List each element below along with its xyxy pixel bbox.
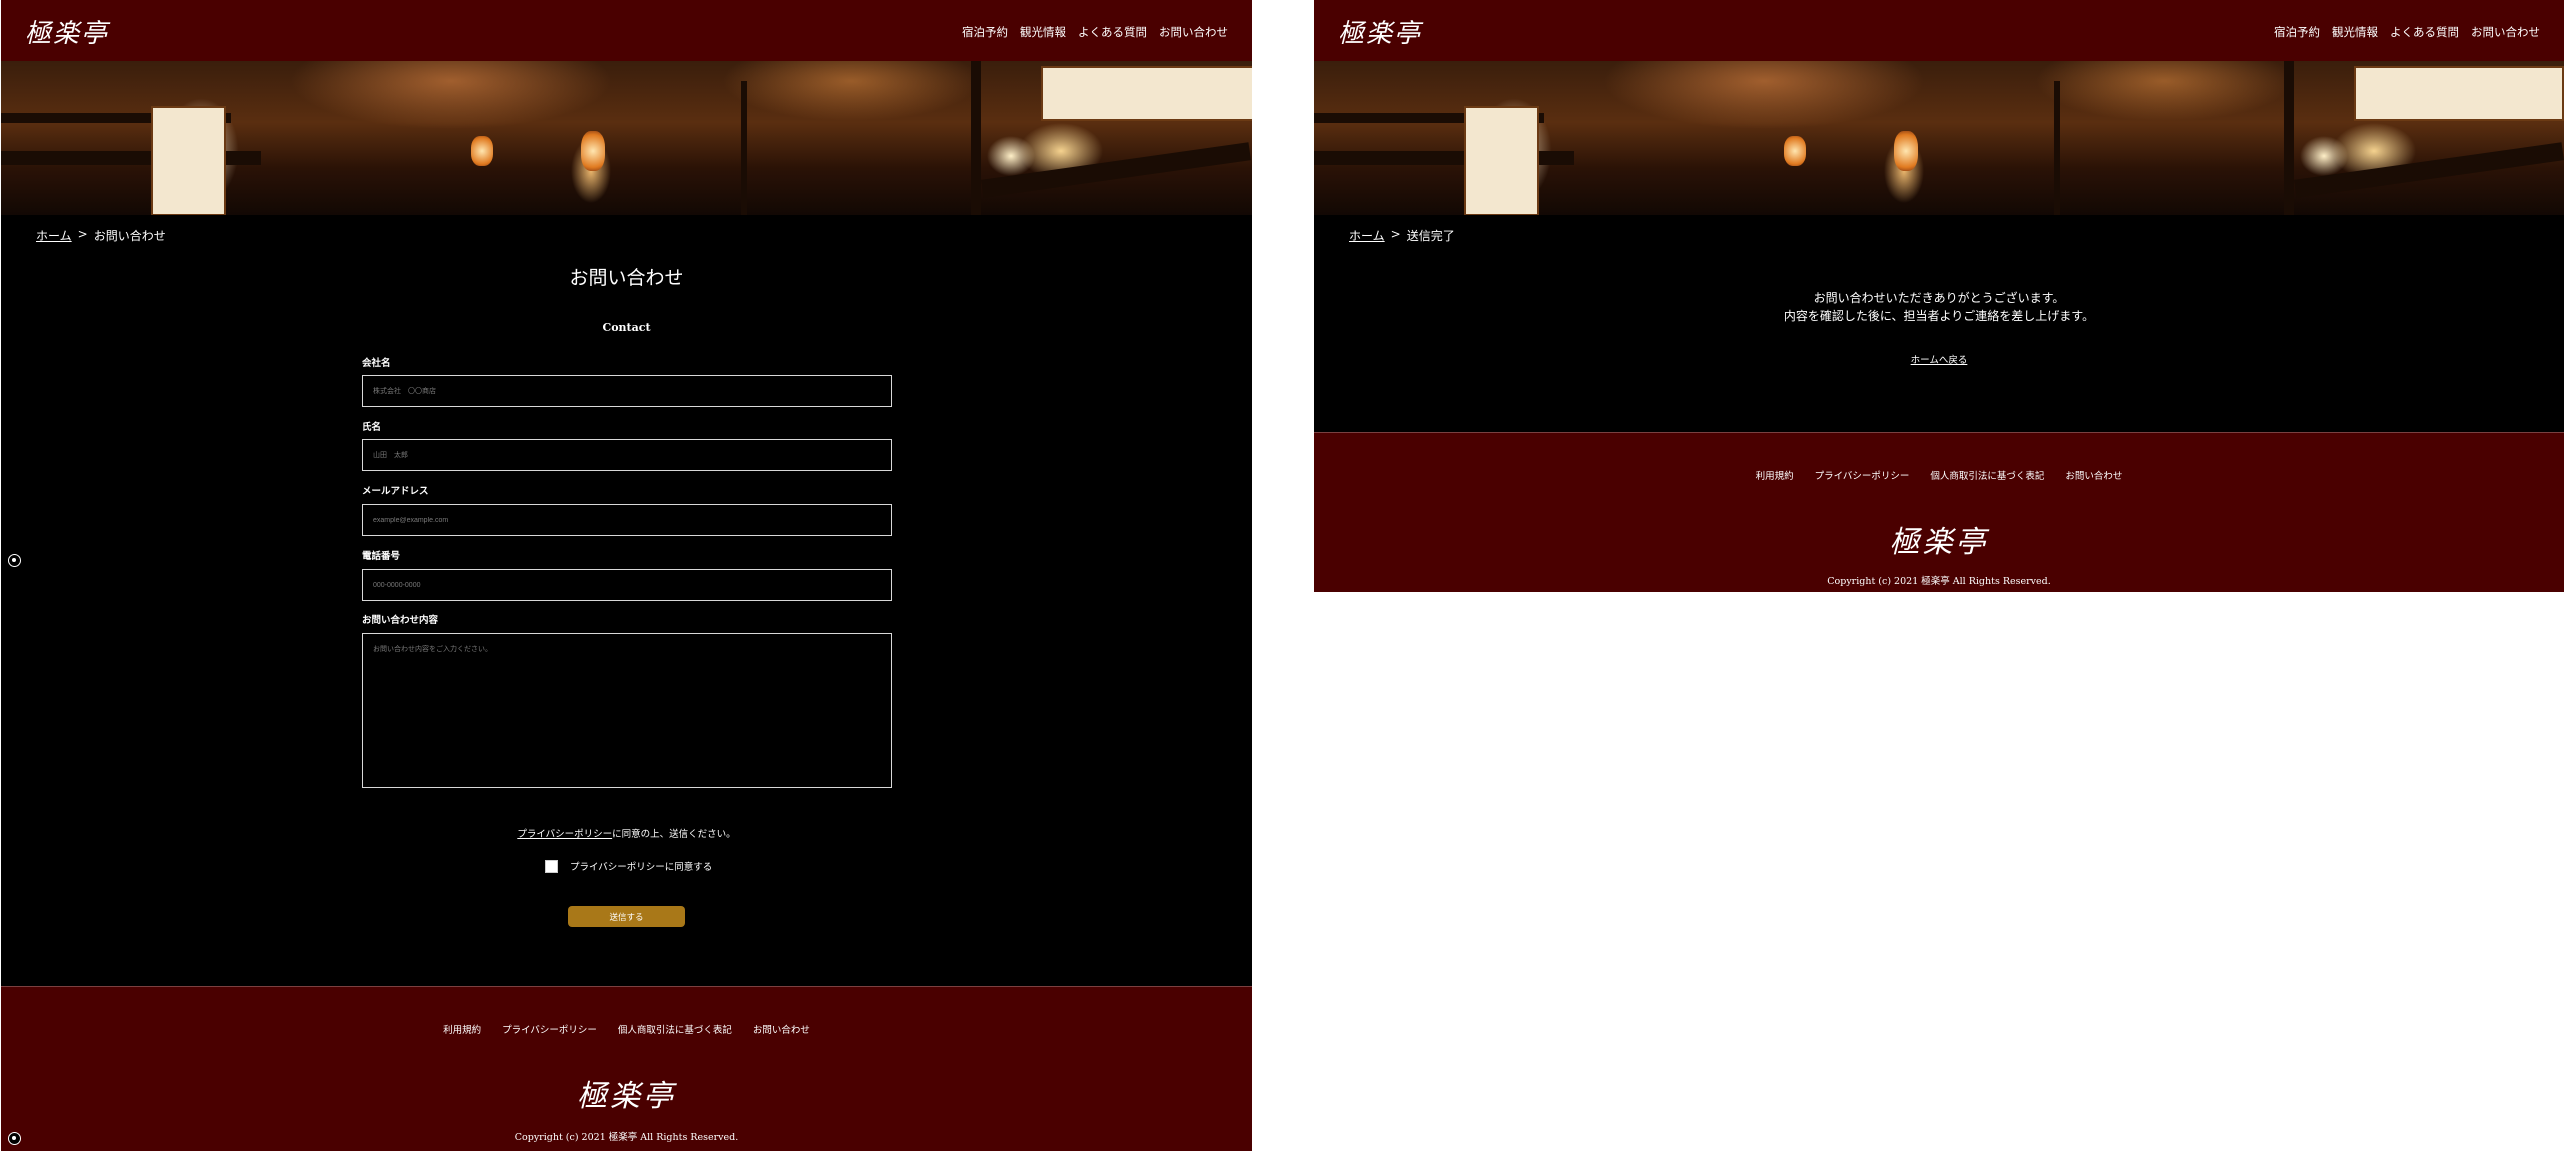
site-footer: 利用規約 プライバシーポリシー 個人商取引法に基づく表記 お問い合わせ 極楽亭 … <box>1 986 1252 1151</box>
main-nav: 宿泊予約 観光情報 よくある質問 お問い合わせ <box>962 24 1228 40</box>
complete-page: 極楽亭 宿泊予約 観光情報 よくある質問 お問い合わせ ホーム > 送信完了 お… <box>1314 0 2564 592</box>
breadcrumb-separator: > <box>1390 227 1401 241</box>
footer-link-privacy[interactable]: プライバシーポリシー <box>1815 468 1910 482</box>
breadcrumb-home-link[interactable]: ホーム <box>1349 227 1385 244</box>
footer-link-privacy[interactable]: プライバシーポリシー <box>502 1022 597 1036</box>
nav-item-contact[interactable]: お問い合わせ <box>1159 24 1228 40</box>
name-label: 氏名 <box>362 422 382 433</box>
breadcrumb-current: 送信完了 <box>1406 229 1455 243</box>
page-title: お問い合わせ <box>569 267 684 289</box>
breadcrumb-current: お問い合わせ <box>93 229 166 243</box>
back-to-home-link[interactable]: ホームへ戻る <box>1314 352 2564 366</box>
email-label: メールアドレス <box>362 486 429 497</box>
submit-button[interactable]: 送信する <box>568 906 685 927</box>
site-footer: 利用規約 プライバシーポリシー 個人商取引法に基づく表記 お問い合わせ 極楽亭 … <box>1314 432 2564 592</box>
consent-text: プライバシーポリシーに同意の上、送信ください。 <box>1 826 1252 840</box>
nav-item-reservation[interactable]: 宿泊予約 <box>2274 24 2320 40</box>
hero-image <box>1 61 1252 215</box>
thank-you-message: お問い合わせいただきありがとうございます。 内容を確認した後に、担当者よりご連絡… <box>1314 289 2564 325</box>
name-input[interactable] <box>362 439 892 471</box>
breadcrumb-separator: > <box>77 227 88 241</box>
thank-you-line-1: お問い合わせいただきありがとうございます。 <box>1813 291 2065 305</box>
contact-page: 極楽亭 宿泊予約 観光情報 よくある質問 お問い合わせ ホーム > お問い合わせ… <box>1 0 1252 1151</box>
phone-label: 電話番号 <box>362 551 401 562</box>
privacy-checkbox-label[interactable]: プライバシーポリシーに同意する <box>570 859 712 873</box>
footer-links: 利用規約 プライバシーポリシー 個人商取引法に基づく表記 お問い合わせ <box>1 1022 1252 1036</box>
page-subtitle: Contact <box>602 321 651 334</box>
hero-image <box>1314 61 2564 215</box>
breadcrumb: ホーム > お問い合わせ <box>36 227 166 244</box>
nav-item-reservation[interactable]: 宿泊予約 <box>962 24 1008 40</box>
email-input[interactable] <box>362 504 892 536</box>
thank-you-line-2: 内容を確認した後に、担当者よりご連絡を差し上げます。 <box>1783 309 2095 323</box>
copyright: Copyright (c) 2021 極楽亭 All Rights Reserv… <box>514 1132 739 1143</box>
record-icon[interactable] <box>8 554 21 567</box>
footer-link-contact[interactable]: お問い合わせ <box>753 1022 810 1036</box>
nav-item-faq[interactable]: よくある質問 <box>2390 24 2459 40</box>
footer-logo[interactable]: 極楽亭 <box>1 1071 1252 1115</box>
record-icon[interactable] <box>8 1132 21 1145</box>
nav-item-sightseeing[interactable]: 観光情報 <box>1020 24 1066 40</box>
footer-logo[interactable]: 極楽亭 <box>1314 517 2564 561</box>
message-label: お問い合わせ内容 <box>362 615 439 626</box>
company-input[interactable] <box>362 375 892 407</box>
breadcrumb: ホーム > 送信完了 <box>1349 227 1455 244</box>
nav-item-faq[interactable]: よくある質問 <box>1078 24 1147 40</box>
footer-link-commerce-law[interactable]: 個人商取引法に基づく表記 <box>618 1022 732 1036</box>
site-header: 極楽亭 宿泊予約 観光情報 よくある質問 お問い合わせ <box>1 0 1252 61</box>
footer-link-terms[interactable]: 利用規約 <box>1756 468 1794 482</box>
main-nav: 宿泊予約 観光情報 よくある質問 お問い合わせ <box>2274 24 2540 40</box>
company-label: 会社名 <box>362 358 391 369</box>
copyright: Copyright (c) 2021 極楽亭 All Rights Reserv… <box>1827 576 2051 587</box>
consent-suffix: に同意の上、送信ください。 <box>612 829 736 840</box>
privacy-policy-link[interactable]: プライバシーポリシー <box>517 829 612 840</box>
footer-link-commerce-law[interactable]: 個人商取引法に基づく表記 <box>1930 468 2044 482</box>
footer-link-contact[interactable]: お問い合わせ <box>2065 468 2122 482</box>
breadcrumb-home-link[interactable]: ホーム <box>36 227 72 244</box>
nav-item-contact[interactable]: お問い合わせ <box>2471 24 2540 40</box>
privacy-checkbox-row: プライバシーポリシーに同意する <box>545 859 712 873</box>
phone-input[interactable] <box>362 569 892 601</box>
site-logo[interactable]: 極楽亭 <box>1338 13 1422 50</box>
site-logo[interactable]: 極楽亭 <box>25 13 109 50</box>
footer-link-terms[interactable]: 利用規約 <box>443 1022 481 1036</box>
nav-item-sightseeing[interactable]: 観光情報 <box>2332 24 2378 40</box>
site-header: 極楽亭 宿泊予約 観光情報 よくある質問 お問い合わせ <box>1314 0 2564 61</box>
footer-links: 利用規約 プライバシーポリシー 個人商取引法に基づく表記 お問い合わせ <box>1314 468 2564 482</box>
message-textarea[interactable] <box>362 633 892 788</box>
privacy-checkbox[interactable] <box>545 859 558 873</box>
